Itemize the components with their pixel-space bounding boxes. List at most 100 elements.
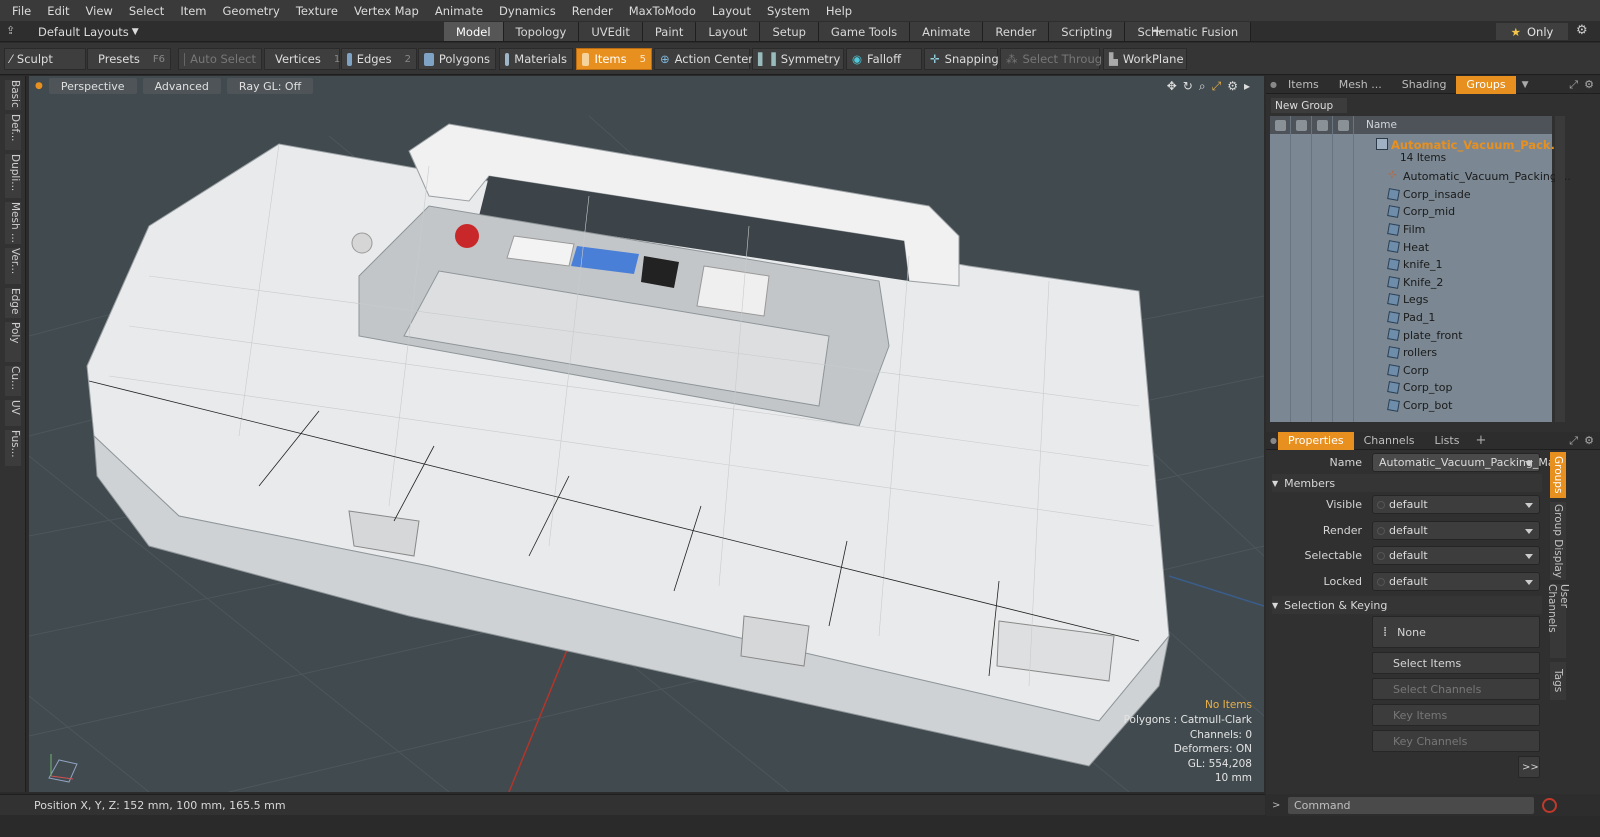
snapping-button[interactable]: ✛ Snapping	[924, 48, 999, 70]
tab-layout[interactable]: Layout	[696, 22, 761, 41]
left-tab-7[interactable]: Cu...	[5, 366, 21, 396]
more-button[interactable]: >>	[1518, 756, 1540, 778]
tree-item[interactable]: Corp_insade	[1270, 186, 1552, 204]
left-tab-8[interactable]: UV	[5, 400, 21, 426]
tree-item[interactable]: Film	[1270, 221, 1552, 239]
symmetry-button[interactable]: ▌▐ Symmetry	[752, 48, 844, 70]
new-group-button[interactable]: New Group	[1271, 98, 1347, 113]
menu-render[interactable]: Render	[564, 4, 621, 18]
panel-popout-icon[interactable]: ⤢	[1569, 78, 1578, 92]
tree-scrollbar[interactable]	[1555, 116, 1565, 422]
tab-lists[interactable]: Lists	[1425, 432, 1470, 450]
auto-select-button[interactable]: Auto Select	[178, 48, 262, 70]
name-column-header[interactable]: Name	[1366, 119, 1397, 131]
tab-animate[interactable]: Animate	[910, 22, 984, 41]
workplane-button[interactable]: ▙ WorkPlane	[1103, 48, 1187, 70]
default-layouts-dropdown[interactable]: Default Layouts ▼	[38, 23, 139, 40]
only-button[interactable]: ★ Only	[1496, 23, 1568, 40]
menu-system[interactable]: System	[759, 4, 818, 18]
tab-schematic-fusion[interactable]: Schematic Fusion	[1125, 22, 1252, 41]
render-select[interactable]: default	[1372, 521, 1540, 540]
visible-select[interactable]: default	[1372, 495, 1540, 514]
edges-button[interactable]: Edges 2	[341, 48, 417, 70]
viewport-gear-icon[interactable]: ⚙	[1227, 79, 1238, 94]
menu-edit[interactable]: Edit	[39, 4, 77, 18]
select-column-icon[interactable]	[1338, 120, 1349, 131]
tree-item[interactable]: Legs	[1270, 291, 1552, 309]
tab-setup[interactable]: Setup	[760, 22, 819, 41]
menu-texture[interactable]: Texture	[288, 4, 346, 18]
select-through-button[interactable]: ⁂ Select Through	[1000, 48, 1109, 70]
menu-help[interactable]: Help	[818, 4, 860, 18]
tab-topology[interactable]: Topology	[503, 22, 580, 41]
tab-properties[interactable]: Properties	[1278, 431, 1354, 450]
zoom-view-icon[interactable]: ⌕	[1199, 79, 1206, 94]
tree-item[interactable]: rollers	[1270, 344, 1552, 362]
selection-keying-section[interactable]: ▼ Selection & Keying	[1272, 596, 1542, 614]
tab-channels[interactable]: Channels	[1354, 432, 1425, 450]
menu-select[interactable]: Select	[121, 4, 172, 18]
tab-paint[interactable]: Paint	[642, 22, 697, 41]
action-center-button[interactable]: ⊕ Action Center	[654, 48, 753, 70]
side-tab-tags[interactable]: Tags	[1550, 662, 1566, 700]
side-tab-group-display[interactable]: Group Display	[1550, 502, 1566, 580]
left-tab-5[interactable]: Edge	[5, 288, 21, 318]
menu-geometry[interactable]: Geometry	[215, 4, 288, 18]
side-tab-groups[interactable]: Groups	[1550, 452, 1566, 498]
panel-gear-icon[interactable]: ⚙	[1584, 78, 1594, 91]
add-tab-icon[interactable]: +	[1151, 22, 1164, 40]
shading-mode-button[interactable]: Advanced	[142, 78, 221, 94]
tab-mesh[interactable]: Mesh ...	[1329, 76, 1392, 94]
items-button[interactable]: Items 5	[576, 48, 652, 70]
layout-up-icon[interactable]: ⇪	[6, 24, 15, 37]
panel-gear-icon[interactable]: ⚙	[1584, 434, 1594, 447]
tab-scripting[interactable]: Scripting	[1049, 22, 1126, 41]
tab-uvedit[interactable]: UVEdit	[579, 22, 643, 41]
menu-file[interactable]: File	[4, 4, 39, 18]
tab-render[interactable]: Render	[983, 22, 1050, 41]
left-tab-0[interactable]: Basic	[5, 80, 21, 110]
3d-viewport[interactable]: ● Perspective Advanced Ray GL: Off ✥ ↻ ⌕…	[29, 76, 1264, 792]
tree-item[interactable]: Corp	[1270, 362, 1552, 380]
tree-item[interactable]: Corp_mid	[1270, 203, 1552, 221]
add-tab-icon[interactable]: +	[1475, 433, 1486, 448]
move-view-icon[interactable]: ✥	[1167, 79, 1177, 94]
menu-maxtomodo[interactable]: MaxToModo	[621, 4, 704, 18]
tree-item[interactable]: ⊹ Automatic_Vacuum_Packing ...	[1270, 167, 1571, 186]
panel-popout-icon[interactable]: ⤢	[1569, 434, 1578, 448]
members-section[interactable]: ▼ Members	[1272, 474, 1542, 492]
left-tab-2[interactable]: Dupli...	[5, 154, 21, 198]
tab-items[interactable]: Items	[1278, 76, 1329, 94]
tree-item[interactable]: plate_front	[1270, 326, 1552, 344]
tab-shading[interactable]: Shading	[1392, 76, 1457, 94]
lock-column-icon[interactable]	[1317, 120, 1328, 131]
menu-layout[interactable]: Layout	[704, 4, 759, 18]
select-channels-button[interactable]: Select Channels	[1372, 678, 1540, 700]
select-items-button[interactable]: Select Items	[1372, 652, 1540, 674]
menu-item[interactable]: Item	[172, 4, 214, 18]
tab-overflow-chevron-icon[interactable]: ▼	[1522, 80, 1529, 90]
menu-animate[interactable]: Animate	[427, 4, 491, 18]
falloff-button[interactable]: ◉ Falloff	[846, 48, 922, 70]
settings-gear-icon[interactable]: ⚙	[1576, 23, 1588, 38]
menu-vertex-map[interactable]: Vertex Map	[346, 4, 427, 18]
maximize-view-icon[interactable]: ⤢	[1212, 79, 1222, 94]
name-field[interactable]: Automatic_Vacuum_Packing_Mac	[1372, 453, 1561, 472]
left-tab-3[interactable]: Mesh ...	[5, 202, 21, 244]
materials-button[interactable]: Materials	[499, 48, 573, 70]
left-tab-9[interactable]: Fus...	[5, 430, 21, 466]
sculpt-button[interactable]: ⁄ Sculpt	[4, 48, 86, 70]
menu-view[interactable]: View	[78, 4, 121, 18]
raygl-button[interactable]: Ray GL: Off	[226, 78, 314, 94]
visibility-column-eye-icon[interactable]	[1275, 120, 1286, 131]
command-input[interactable]: Command	[1288, 797, 1534, 814]
tree-item[interactable]: Pad_1	[1270, 309, 1552, 327]
none-button[interactable]: ⁞ None	[1372, 616, 1540, 648]
left-tab-6[interactable]: Poly	[5, 322, 21, 362]
key-items-button[interactable]: Key Items	[1372, 704, 1540, 726]
record-macro-icon[interactable]	[1542, 798, 1557, 813]
left-tab-4[interactable]: Ver...	[5, 248, 21, 284]
presets-button[interactable]: Presets F6	[87, 48, 171, 70]
tab-game-tools[interactable]: Game Tools	[818, 22, 911, 41]
side-tab-user-channels[interactable]: User Channels	[1546, 584, 1570, 658]
